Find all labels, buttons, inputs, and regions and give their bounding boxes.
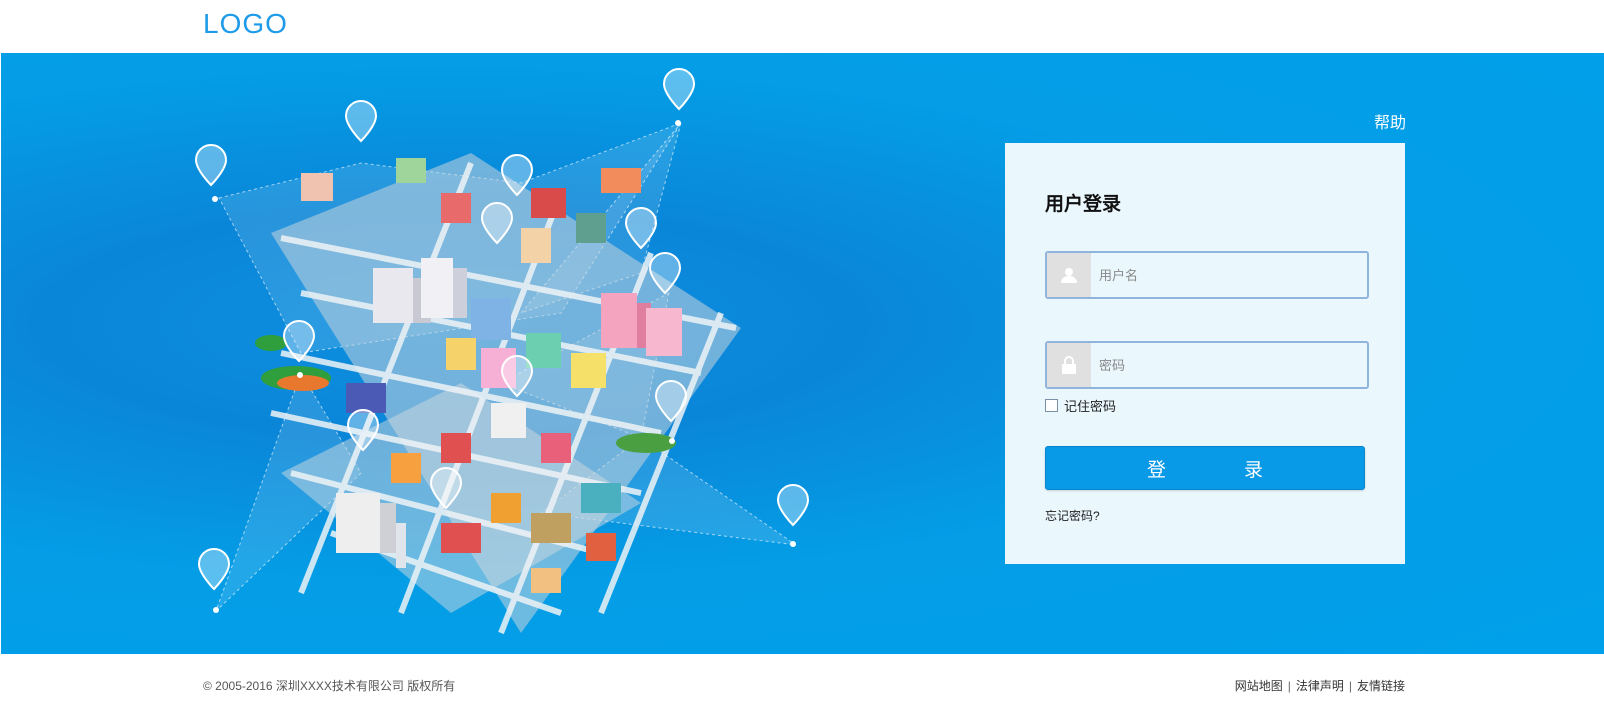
password-field[interactable] (1045, 341, 1369, 389)
user-icon (1047, 253, 1091, 297)
footer-link-friends[interactable]: 友情链接 (1357, 677, 1405, 694)
banner: 帮助 用户登录 记住密码 登录 忘记密码? (1, 53, 1604, 654)
footer-separator: | (1287, 678, 1291, 693)
lock-icon (1047, 343, 1091, 387)
username-field[interactable] (1045, 251, 1369, 299)
username-input[interactable] (1091, 253, 1367, 297)
header: LOGO (0, 0, 1604, 53)
copyright: © 2005-2016 深圳XXXX技术有限公司 版权所有 (203, 679, 456, 693)
login-button[interactable]: 登录 (1045, 446, 1365, 490)
login-panel: 用户登录 记住密码 登录 忘记密码? (1005, 143, 1405, 564)
city-illustration (194, 67, 810, 635)
remember-label: 记住密码 (1064, 399, 1117, 414)
remember-checkbox[interactable] (1045, 399, 1058, 412)
forgot-password-link[interactable]: 忘记密码? (1045, 507, 1100, 524)
footer-separator: | (1348, 678, 1352, 693)
help-link[interactable]: 帮助 (1374, 109, 1406, 133)
footer-links: 网站地图 | 法律声明 | 友情链接 (1235, 677, 1405, 694)
login-title: 用户登录 (1045, 194, 1122, 215)
remember-password[interactable]: 记住密码 (1045, 396, 1116, 415)
footer-link-sitemap[interactable]: 网站地图 (1235, 677, 1283, 694)
password-input[interactable] (1091, 343, 1367, 387)
footer-link-legal[interactable]: 法律声明 (1296, 677, 1344, 694)
logo[interactable]: LOGO (203, 8, 288, 40)
